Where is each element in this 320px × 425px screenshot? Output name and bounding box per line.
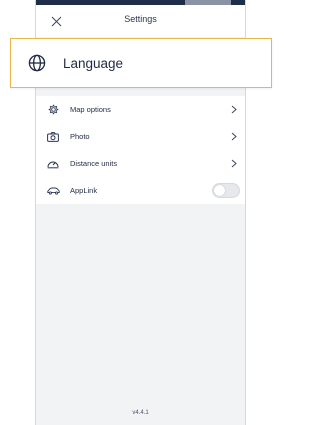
settings-item-label: Distance units	[70, 159, 118, 168]
page-title: Settings	[124, 14, 157, 24]
odometer-icon	[46, 157, 60, 171]
settings-list: Map options Photo Distance units AppLink	[36, 96, 245, 204]
settings-item-label: Photo	[70, 132, 90, 141]
settings-header: Settings	[36, 5, 245, 37]
language-label: Language	[63, 55, 124, 71]
app-version: v4.4.1	[132, 410, 149, 416]
settings-item-photo[interactable]: Photo	[36, 123, 245, 150]
chevron-right-icon	[229, 131, 239, 141]
chevron-right-icon	[229, 158, 239, 168]
camera-icon	[46, 130, 60, 144]
settings-item-applink: AppLink	[36, 177, 245, 204]
settings-item-map-options[interactable]: Map options	[36, 96, 245, 123]
applink-toggle[interactable]	[212, 183, 240, 198]
settings-item-language[interactable]: Language	[10, 38, 272, 88]
settings-item-distance-units[interactable]: Distance units	[36, 150, 245, 177]
toggle-knob	[214, 185, 225, 196]
car-icon	[46, 184, 60, 198]
settings-item-label: AppLink	[70, 186, 98, 195]
settings-item-label: Map options	[70, 105, 111, 114]
chevron-right-icon	[229, 104, 239, 114]
gear-icon	[46, 103, 60, 117]
globe-icon	[27, 53, 47, 73]
